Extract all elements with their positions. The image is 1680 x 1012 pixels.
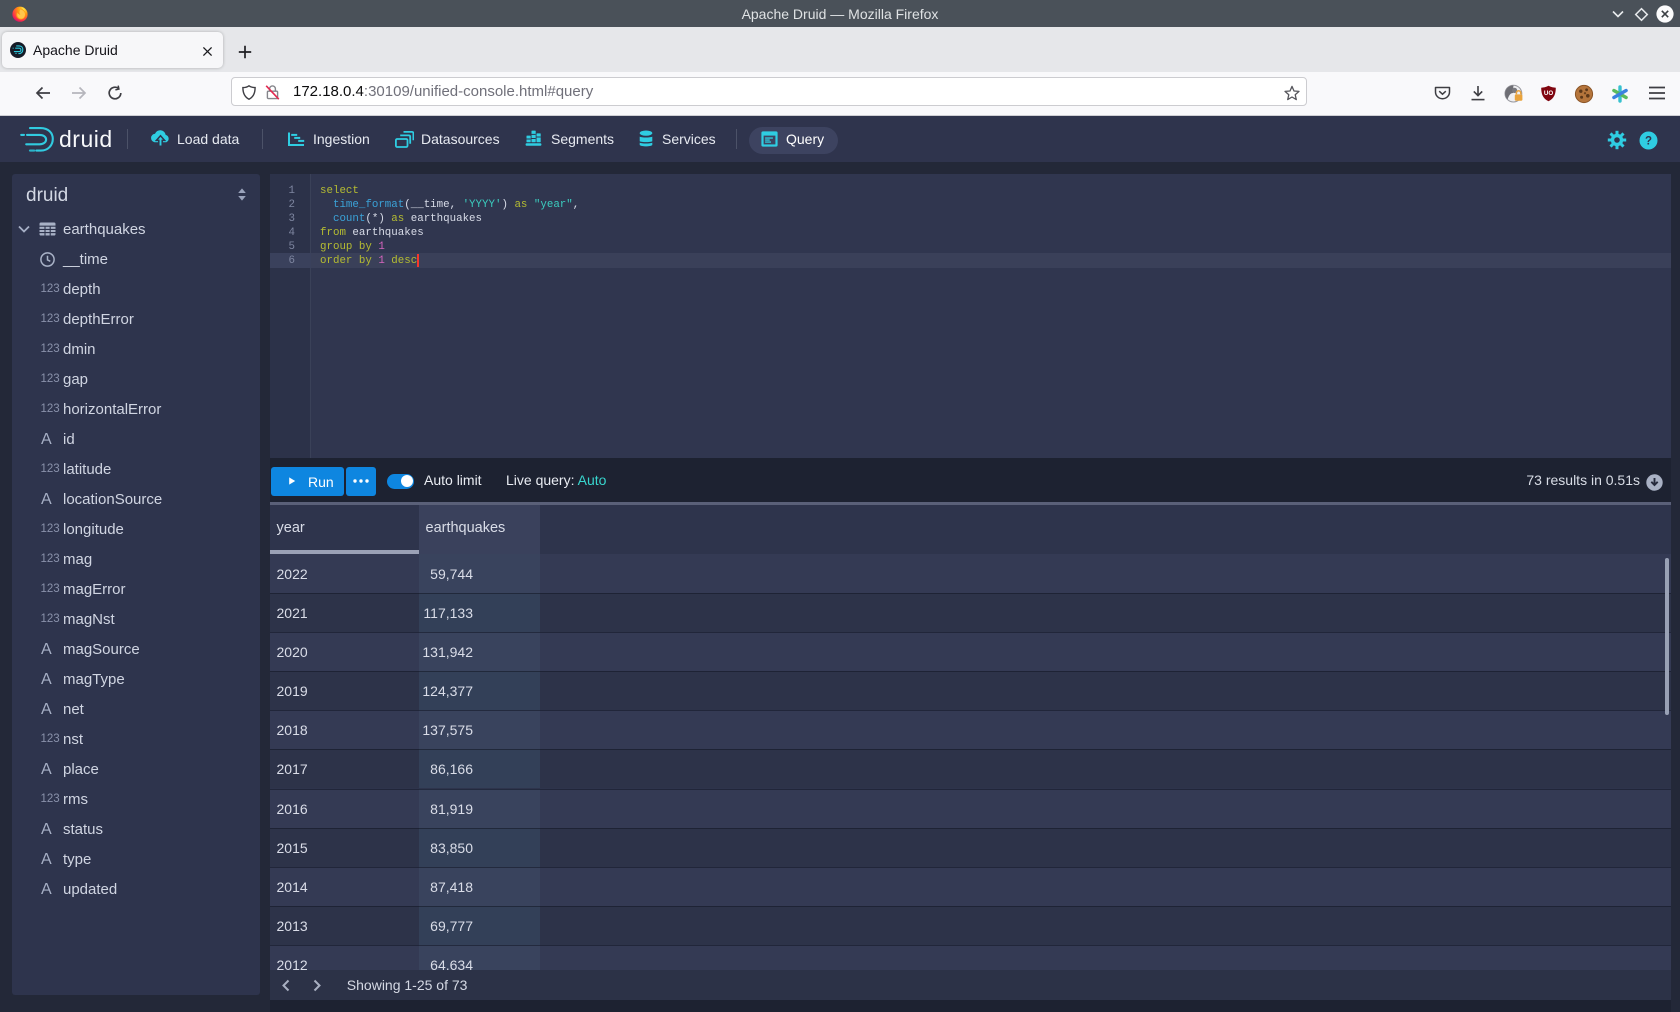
svg-text:UO: UO	[1544, 90, 1553, 97]
svg-text:?: ?	[1645, 136, 1652, 148]
